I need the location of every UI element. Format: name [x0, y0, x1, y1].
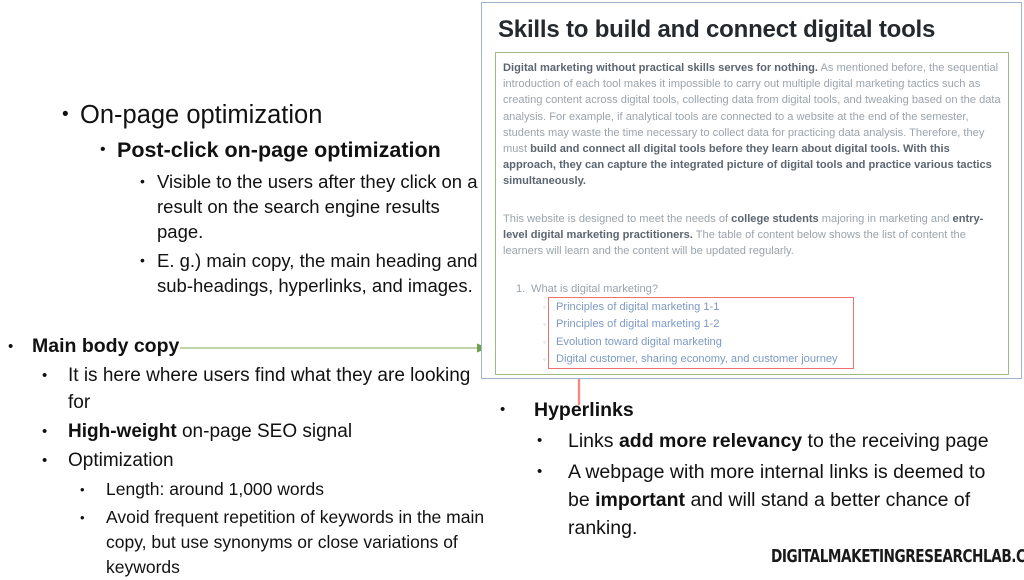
outline-level2-row: • Post-click on-page optimization [100, 135, 482, 165]
bullet-disc-icon: • [42, 423, 48, 440]
website-screenshot-panel: Skills to build and connect digital tool… [481, 2, 1022, 379]
hyperlinks-heading: Hyperlinks [534, 399, 634, 421]
toc-link-principles-1-2[interactable]: Principles of digital marketing 1-2 [556, 316, 719, 334]
post-click-optimization-text: Post-click on-page optimization [117, 138, 441, 162]
main-body-copy-item-row: • High-weight on-page SEO signal [42, 418, 488, 445]
screenshot-page-title: Skills to build and connect digital tool… [498, 16, 936, 43]
toc-link-row[interactable]: ◦ Principles of digital marketing 1-1 [543, 299, 983, 317]
optimization-subitem-row: • Length: around 1,000 words [80, 477, 488, 502]
paragraph1-bold-lead: Digital marketing without practical skil… [503, 62, 819, 74]
outline-level3-row: • Visible to the users after they click … [140, 169, 482, 244]
bullet-circle-icon: ◦ [543, 336, 547, 347]
high-weight-bold-run: High-weight [68, 421, 177, 442]
toc-link-evolution[interactable]: Evolution toward digital marketing [556, 334, 722, 352]
toc-link-list: ◦ Principles of digital marketing 1-1 ◦ … [543, 299, 983, 369]
bullet-disc-icon: • [80, 482, 85, 497]
bullet-disc-icon: • [140, 173, 145, 189]
green-highlight-box: Digital marketing without practical skil… [495, 52, 1009, 375]
main-body-copy-item-row: • Optimization [42, 447, 488, 474]
hyperlinks-heading-row: • Hyperlinks [500, 396, 1010, 424]
example-main-copy-text: E. g.) main copy, the main heading and s… [157, 250, 478, 296]
internal-links-bold-run: important [595, 489, 686, 511]
length-words-text: Length: around 1,000 words [106, 479, 324, 499]
hyperlinks-outline: • Hyperlinks • Links add more relevancy … [500, 396, 1010, 542]
visible-to-users-text: Visible to the users after they click on… [157, 171, 478, 242]
high-weight-seo-text: High-weight on-page SEO signal [68, 418, 488, 445]
toc-chapter-number: 1. [516, 283, 526, 295]
toc-chapter-row: 1. What is digital marketing? [516, 281, 983, 299]
optimization-subitem-row: • Avoid frequent repetition of keywords … [80, 505, 488, 580]
toc-link-principles-1-1[interactable]: Principles of digital marketing 1-1 [556, 299, 719, 317]
outline-level3-row: • E. g.) main copy, the main heading and… [140, 248, 482, 298]
hyperlinks-item-row: • A webpage with more internal links is … [537, 458, 1010, 542]
bullet-circle-icon: ◦ [543, 301, 547, 312]
users-find-text-run: It is here where users find what they ar… [68, 365, 471, 413]
toc-link-row[interactable]: ◦ Digital customer, sharing economy, and… [543, 351, 983, 369]
bullet-disc-icon: • [42, 367, 48, 384]
toc-link-row[interactable]: ◦ Principles of digital marketing 1-2 [543, 316, 983, 334]
paragraph1-normal-mid: As mentioned before, the sequential intr… [503, 62, 1001, 156]
bullet-disc-icon: • [140, 252, 145, 268]
bullet-disc-icon: • [80, 510, 85, 525]
toc-link-row[interactable]: ◦ Evolution toward digital marketing [543, 334, 983, 352]
outline-level1-row: • On-page optimization [62, 98, 482, 132]
high-weight-normal-run: on-page SEO signal [176, 421, 353, 442]
hyperlinks-item-row: • Links add more relevancy to the receiv… [537, 427, 1010, 455]
slide-canvas: • On-page optimization • Post-click on-p… [0, 0, 1024, 579]
left-top-outline: • On-page optimization • Post-click on-p… [52, 98, 482, 298]
bullet-disc-icon: • [500, 401, 506, 418]
links-relevancy-text: Links add more relevancy to the receivin… [568, 427, 1010, 455]
bullet-disc-icon: • [537, 463, 543, 480]
paragraph1-bold-tail: build and connect all digital tools befo… [503, 143, 992, 188]
bullet-disc-icon: • [8, 338, 14, 355]
bullet-disc-icon: • [62, 104, 69, 125]
bullet-disc-icon: • [100, 141, 106, 158]
internal-links-important-text: A webpage with more internal links is de… [568, 458, 1010, 542]
bullet-disc-icon: • [537, 432, 543, 449]
bullet-circle-icon: ◦ [543, 354, 547, 365]
on-page-optimization-text: On-page optimization [80, 101, 323, 129]
avoid-repetition-text: Avoid frequent repetition of keywords in… [106, 507, 485, 577]
main-body-copy-outline: • Main body copy • It is here where user… [8, 333, 488, 580]
toc-chapter-label: What is digital marketing? [531, 283, 659, 295]
bullet-disc-icon: • [42, 452, 48, 469]
paragraph2-run-2: majoring in marketing and [818, 213, 953, 225]
site-logo-wordmark: DIGITALMAKETINGRESEARCHLAB.COM [771, 547, 1024, 567]
links-relevancy-run-2: to the receiving page [802, 430, 989, 452]
toc-link-digital-customer[interactable]: Digital customer, sharing economy, and c… [556, 351, 838, 369]
screenshot-paragraph-2: This website is designed to meet the nee… [503, 211, 1001, 260]
links-relevancy-bold-run: add more relevancy [618, 430, 803, 452]
paragraph2-run-1: This website is designed to meet the nee… [503, 213, 732, 225]
users-find-text: It is here where users find what they ar… [68, 362, 488, 416]
bullet-circle-icon: ◦ [543, 319, 547, 330]
main-body-copy-item-row: • It is here where users find what they … [42, 362, 488, 416]
links-relevancy-run-1: Links [568, 430, 619, 452]
paragraph2-bold-college-students: college students [731, 213, 819, 225]
table-of-contents: 1. What is digital marketing? ◦ Principl… [503, 281, 983, 369]
screenshot-paragraph-1: Digital marketing without practical skil… [503, 60, 1001, 190]
green-connector-arrow-icon [180, 343, 488, 353]
optimization-text: Optimization [68, 450, 174, 471]
